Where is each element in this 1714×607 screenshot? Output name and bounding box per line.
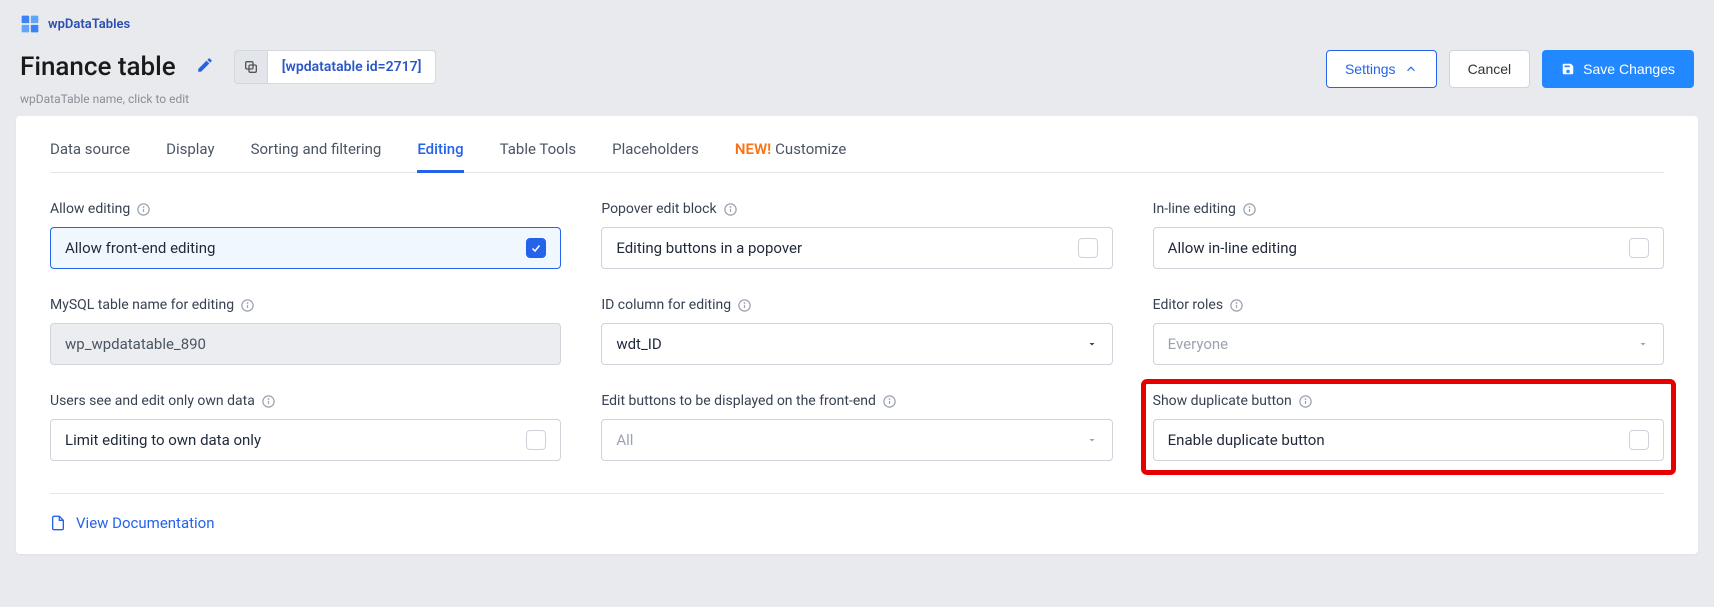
checkbox-empty-icon: [1629, 238, 1649, 258]
pencil-icon[interactable]: [196, 56, 214, 78]
label-mysql: MySQL table name for editing: [50, 297, 561, 313]
field-id-col: ID column for editing wdt_ID: [601, 297, 1112, 365]
label-edit-buttons: Edit buttons to be displayed on the fron…: [601, 393, 1112, 409]
tab-placeholders[interactable]: Placeholders: [612, 126, 699, 173]
label-editor-roles-text: Editor roles: [1153, 297, 1223, 313]
label-own-data: Users see and edit only own data: [50, 393, 561, 409]
field-popover: Popover edit block Editing buttons in a …: [601, 201, 1112, 269]
field-mysql: MySQL table name for editing wp_wpdatata…: [50, 297, 561, 365]
save-button[interactable]: Save Changes: [1542, 50, 1694, 88]
brand-name: wpDataTables: [48, 17, 130, 32]
tab-editing[interactable]: Editing: [417, 126, 463, 173]
file-icon: [50, 514, 66, 532]
caret-down-icon: [1086, 434, 1098, 446]
settings-button[interactable]: Settings: [1326, 50, 1437, 88]
label-popover-text: Popover edit block: [601, 201, 716, 217]
settings-label: Settings: [1345, 61, 1396, 77]
toggle-allow-editing[interactable]: Allow front-end editing: [50, 227, 561, 269]
label-edit-buttons-text: Edit buttons to be displayed on the fron…: [601, 393, 876, 409]
select-editor-roles[interactable]: Everyone: [1153, 323, 1664, 365]
divider: [50, 493, 1664, 494]
info-icon[interactable]: [882, 394, 897, 409]
field-own-data: Users see and edit only own data Limit e…: [50, 393, 561, 461]
toggle-own-data[interactable]: Limit editing to own data only: [50, 419, 561, 461]
toggle-own-data-text: Limit editing to own data only: [65, 431, 261, 449]
toggle-inline[interactable]: Allow in-line editing: [1153, 227, 1664, 269]
checkbox-checked-icon: [526, 238, 546, 258]
info-icon[interactable]: [240, 298, 255, 313]
info-icon[interactable]: [1229, 298, 1244, 313]
label-allow-editing-text: Allow editing: [50, 201, 130, 217]
caret-down-icon: [1637, 338, 1649, 350]
save-label: Save Changes: [1583, 61, 1675, 77]
save-icon: [1561, 62, 1575, 76]
label-own-data-text: Users see and edit only own data: [50, 393, 255, 409]
info-icon[interactable]: [737, 298, 752, 313]
toggle-duplicate-text: Enable duplicate button: [1168, 431, 1325, 449]
checkbox-empty-icon: [526, 430, 546, 450]
shortcode-display: [wpdatatable id=2717]: [268, 50, 437, 84]
field-allow-editing: Allow editing Allow front-end editing: [50, 201, 561, 269]
toggle-popover[interactable]: Editing buttons in a popover: [601, 227, 1112, 269]
label-allow-editing: Allow editing: [50, 201, 561, 217]
view-documentation-label: View Documentation: [76, 514, 215, 532]
tab-sorting[interactable]: Sorting and filtering: [251, 126, 382, 173]
copy-shortcode-button[interactable]: [234, 50, 268, 84]
select-editor-roles-placeholder: Everyone: [1168, 335, 1228, 353]
label-duplicate: Show duplicate button: [1153, 393, 1664, 409]
select-edit-buttons-placeholder: All: [616, 431, 633, 449]
tab-data-source[interactable]: Data source: [50, 126, 130, 173]
new-badge: NEW!: [735, 140, 771, 158]
label-editor-roles: Editor roles: [1153, 297, 1664, 313]
info-icon[interactable]: [723, 202, 738, 217]
caret-down-icon: [1086, 338, 1098, 350]
info-icon[interactable]: [1242, 202, 1257, 217]
info-icon[interactable]: [136, 202, 151, 217]
cancel-label: Cancel: [1468, 61, 1512, 77]
toggle-allow-editing-text: Allow front-end editing: [65, 239, 215, 257]
field-editor-roles: Editor roles Everyone: [1153, 297, 1664, 365]
toggle-inline-text: Allow in-line editing: [1168, 239, 1297, 257]
view-documentation-link[interactable]: View Documentation: [50, 514, 1664, 532]
tab-display[interactable]: Display: [166, 126, 214, 173]
tab-customize-label: Customize: [775, 140, 846, 158]
field-edit-buttons: Edit buttons to be displayed on the fron…: [601, 393, 1112, 461]
input-mysql-table: wp_wpdatatable_890: [50, 323, 561, 365]
checkbox-empty-icon: [1078, 238, 1098, 258]
settings-card: Data source Display Sorting and filterin…: [16, 116, 1698, 554]
brand-icon: [20, 14, 40, 34]
tab-table-tools[interactable]: Table Tools: [500, 126, 576, 173]
label-mysql-text: MySQL table name for editing: [50, 297, 234, 313]
input-mysql-value: wp_wpdatatable_890: [65, 335, 206, 353]
info-icon[interactable]: [1298, 394, 1313, 409]
label-inline: In-line editing: [1153, 201, 1664, 217]
tabs: Data source Display Sorting and filterin…: [50, 126, 1664, 173]
cancel-button[interactable]: Cancel: [1449, 50, 1531, 88]
label-popover: Popover edit block: [601, 201, 1112, 217]
checkbox-empty-icon: [1629, 430, 1649, 450]
label-duplicate-text: Show duplicate button: [1153, 393, 1292, 409]
info-icon[interactable]: [261, 394, 276, 409]
page-subtitle: wpDataTable name, click to edit: [20, 92, 436, 106]
select-id-column-value: wdt_ID: [616, 335, 661, 353]
field-duplicate: Show duplicate button Enable duplicate b…: [1153, 393, 1664, 461]
select-edit-buttons[interactable]: All: [601, 419, 1112, 461]
label-id-col: ID column for editing: [601, 297, 1112, 313]
toggle-popover-text: Editing buttons in a popover: [616, 239, 802, 257]
tab-customize[interactable]: NEW!Customize: [735, 126, 846, 173]
label-inline-text: In-line editing: [1153, 201, 1236, 217]
page-title[interactable]: Finance table: [20, 52, 176, 82]
label-id-col-text: ID column for editing: [601, 297, 731, 313]
chevron-up-icon: [1404, 62, 1418, 76]
toggle-duplicate[interactable]: Enable duplicate button: [1153, 419, 1664, 461]
field-inline: In-line editing Allow in-line editing: [1153, 201, 1664, 269]
brand: wpDataTables: [20, 14, 1694, 34]
select-id-column[interactable]: wdt_ID: [601, 323, 1112, 365]
